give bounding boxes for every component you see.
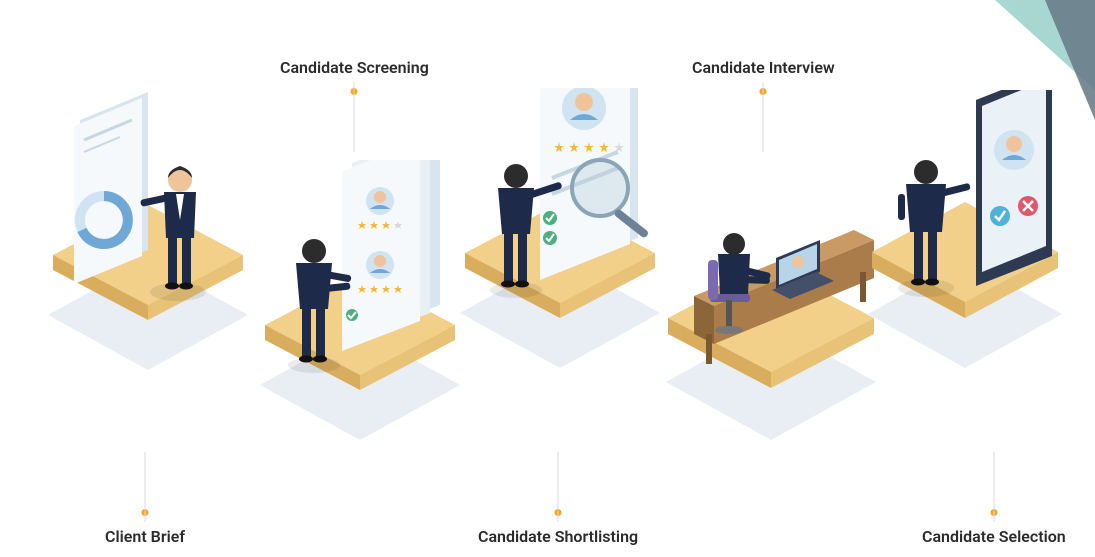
step-label-screening: Candidate Screening	[280, 58, 429, 77]
step-label-interview: Candidate Interview	[692, 58, 835, 77]
step-label-shortlisting: Candidate Shortlisting	[478, 527, 638, 546]
presentation-board	[74, 92, 148, 284]
accept-icon	[990, 206, 1010, 226]
step-tile-selection	[840, 90, 1090, 410]
connector-line	[558, 452, 559, 522]
connector-line	[993, 452, 994, 522]
decorative-corner	[995, 0, 1095, 90]
connector-line	[354, 82, 355, 152]
selection-device	[976, 90, 1052, 286]
recruitment-process-diagram: Candidate Screening Candidate Interview …	[0, 0, 1095, 557]
connector-line	[145, 452, 146, 522]
step-label-selection: Candidate Selection	[922, 527, 1066, 546]
connector-line	[763, 82, 764, 152]
step-label-client-brief: Client Brief	[105, 527, 185, 546]
